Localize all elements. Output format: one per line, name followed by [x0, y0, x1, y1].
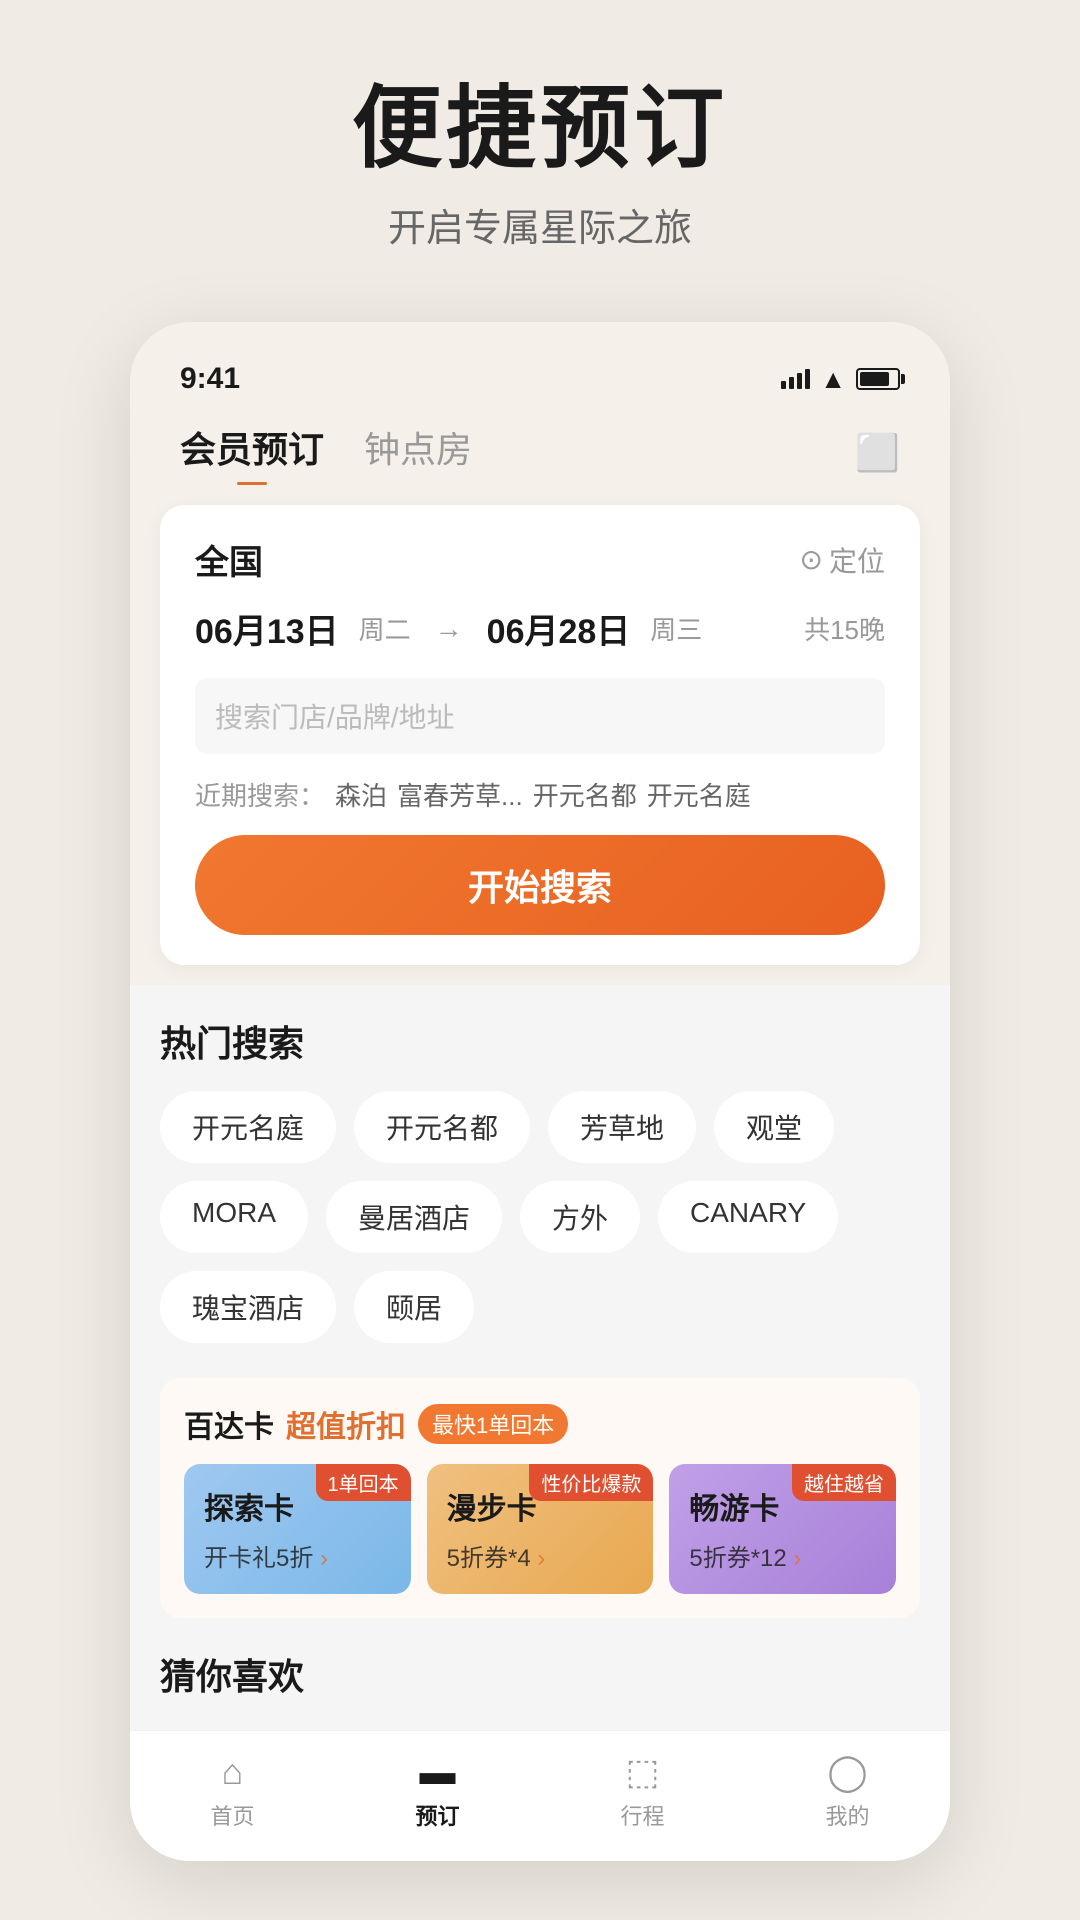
card-travel[interactable]: 越住越省 畅游卡 5折券*12 ›: [669, 1464, 896, 1594]
profile-icon: ◯: [827, 1751, 867, 1793]
trip-icon: ⬚: [625, 1751, 659, 1793]
status-icons: ▲: [781, 364, 900, 395]
search-placeholder: 搜索门店/品牌/地址: [215, 696, 455, 736]
location-row: 全国 ⊙ 定位: [195, 535, 885, 584]
tab-member-booking[interactable]: 会员预订: [180, 421, 324, 485]
date-row: 06月13日 周二 → 06月28日 周三 共15晚: [195, 604, 885, 653]
tab-hourly-room[interactable]: 钟点房: [364, 421, 472, 485]
card-badge-1: 1单回本: [316, 1464, 411, 1501]
card-desc-2: 5折券*4 ›: [447, 1538, 634, 1573]
baidaka-title: 百达卡: [184, 1402, 274, 1446]
card-wander[interactable]: 性价比爆款 漫步卡 5折券*4 ›: [427, 1464, 654, 1594]
tags-grid: 开元名庭 开元名都 芳草地 观堂 MORA 曼居酒店 方外 CANARY 瑰宝酒…: [160, 1091, 920, 1343]
sub-title: 开启专属星际之旅: [60, 197, 1020, 252]
nav-item-booking[interactable]: ▬ 预订: [415, 1751, 459, 1831]
date-start[interactable]: 06月13日: [195, 604, 339, 653]
tag-yiju[interactable]: 颐居: [354, 1271, 474, 1343]
baidaka-title-row: 百达卡 超值折扣 最快1单回本: [184, 1402, 896, 1446]
date-end-day: 周三: [650, 610, 702, 647]
card-explore[interactable]: 1单回本 探索卡 开卡礼5折 ›: [184, 1464, 411, 1594]
card-desc-1: 开卡礼5折 ›: [204, 1538, 391, 1573]
location-label: 定位: [829, 540, 885, 580]
recent-item-4[interactable]: 开元名庭: [647, 776, 751, 813]
tag-canary[interactable]: CANARY: [658, 1181, 838, 1253]
location-button[interactable]: ⊙ 定位: [800, 540, 885, 580]
tag-kaiyuan-mingyuan[interactable]: 开元名庭: [160, 1091, 336, 1163]
tag-fangwai[interactable]: 方外: [520, 1181, 640, 1253]
signal-icon: [781, 369, 810, 389]
home-icon: ⌂: [222, 1751, 244, 1793]
phone-mockup: 9:41 ▲ 会员预订 钟点房 ⬜ 全国 ⊙ 定位: [130, 322, 950, 1861]
bottom-nav: ⌂ 首页 ▬ 预订 ⬚ 行程 ◯ 我的: [130, 1730, 950, 1861]
tag-mora[interactable]: MORA: [160, 1181, 308, 1253]
date-start-day: 周二: [359, 610, 411, 647]
search-card: 全国 ⊙ 定位 06月13日 周二 → 06月28日 周三 共15晚 搜索门店/…: [160, 505, 920, 965]
page-header: 便捷预订 开启专属星际之旅: [0, 0, 1080, 282]
hot-search-section: 热门搜索 开元名庭 开元名都 芳草地 观堂 MORA 曼居酒店 方外 CANAR…: [160, 1015, 920, 1343]
card-desc-3: 5折券*12 ›: [689, 1538, 876, 1573]
tag-fangcaodi[interactable]: 芳草地: [548, 1091, 696, 1163]
location-icon: ⊙: [800, 543, 823, 576]
recent-searches: 近期搜索： 森泊 富春芳草... 开元名都 开元名庭: [195, 776, 885, 813]
card-badge-2: 性价比爆款: [529, 1464, 653, 1501]
nav-label-home: 首页: [210, 1799, 254, 1831]
baidaka-section: 百达卡 超值折扣 最快1单回本 1单回本 探索卡 开卡礼5折 › 性价比爆款 漫…: [160, 1378, 920, 1618]
date-arrow: →: [435, 613, 463, 645]
tag-kaiyuan-mingdu[interactable]: 开元名都: [354, 1091, 530, 1163]
battery-icon: [856, 368, 900, 390]
nav-item-home[interactable]: ⌂ 首页: [210, 1751, 254, 1831]
recent-item-2[interactable]: 富春芳草...: [397, 776, 523, 813]
card-badge-3: 越住越省: [792, 1464, 896, 1501]
nav-item-profile[interactable]: ◯ 我的: [825, 1751, 869, 1831]
booking-icon: ▬: [419, 1751, 455, 1793]
tag-manju[interactable]: 曼居酒店: [326, 1181, 502, 1253]
recent-item-3[interactable]: 开元名都: [533, 776, 637, 813]
date-end[interactable]: 06月28日: [487, 604, 631, 653]
status-bar: 9:41 ▲: [130, 352, 950, 401]
cards-row: 1单回本 探索卡 开卡礼5折 › 性价比爆款 漫步卡 5折券*4 › 越住越省 …: [184, 1464, 896, 1594]
tag-guantang[interactable]: 观堂: [714, 1091, 834, 1163]
nav-tabs: 会员预订 钟点房 ⬜: [130, 401, 950, 485]
nav-item-trip[interactable]: ⬚ 行程: [620, 1751, 664, 1831]
nav-label-trip: 行程: [620, 1799, 664, 1831]
baidaka-badge: 最快1单回本: [418, 1404, 568, 1444]
status-time: 9:41: [180, 362, 240, 396]
search-button[interactable]: 开始搜索: [195, 835, 885, 935]
recent-item-1[interactable]: 森泊: [335, 776, 387, 813]
nav-label-profile: 我的: [825, 1799, 869, 1831]
location-text: 全国: [195, 535, 263, 584]
search-input-row[interactable]: 搜索门店/品牌/地址: [195, 678, 885, 754]
wifi-icon: ▲: [820, 364, 846, 395]
recent-label: 近期搜索：: [195, 776, 325, 813]
nights-count: 共15晚: [804, 610, 885, 647]
guess-like-title: 猜你喜欢: [160, 1648, 920, 1700]
tag-guibao[interactable]: 瑰宝酒店: [160, 1271, 336, 1343]
nav-label-booking: 预订: [415, 1799, 459, 1831]
scan-icon[interactable]: ⬜: [855, 432, 900, 474]
main-title: 便捷预订: [60, 80, 1020, 179]
hot-search-title: 热门搜索: [160, 1015, 920, 1067]
baidaka-highlight: 超值折扣: [286, 1402, 406, 1446]
content-section: 热门搜索 开元名庭 开元名都 芳草地 观堂 MORA 曼居酒店 方外 CANAR…: [130, 985, 950, 1730]
